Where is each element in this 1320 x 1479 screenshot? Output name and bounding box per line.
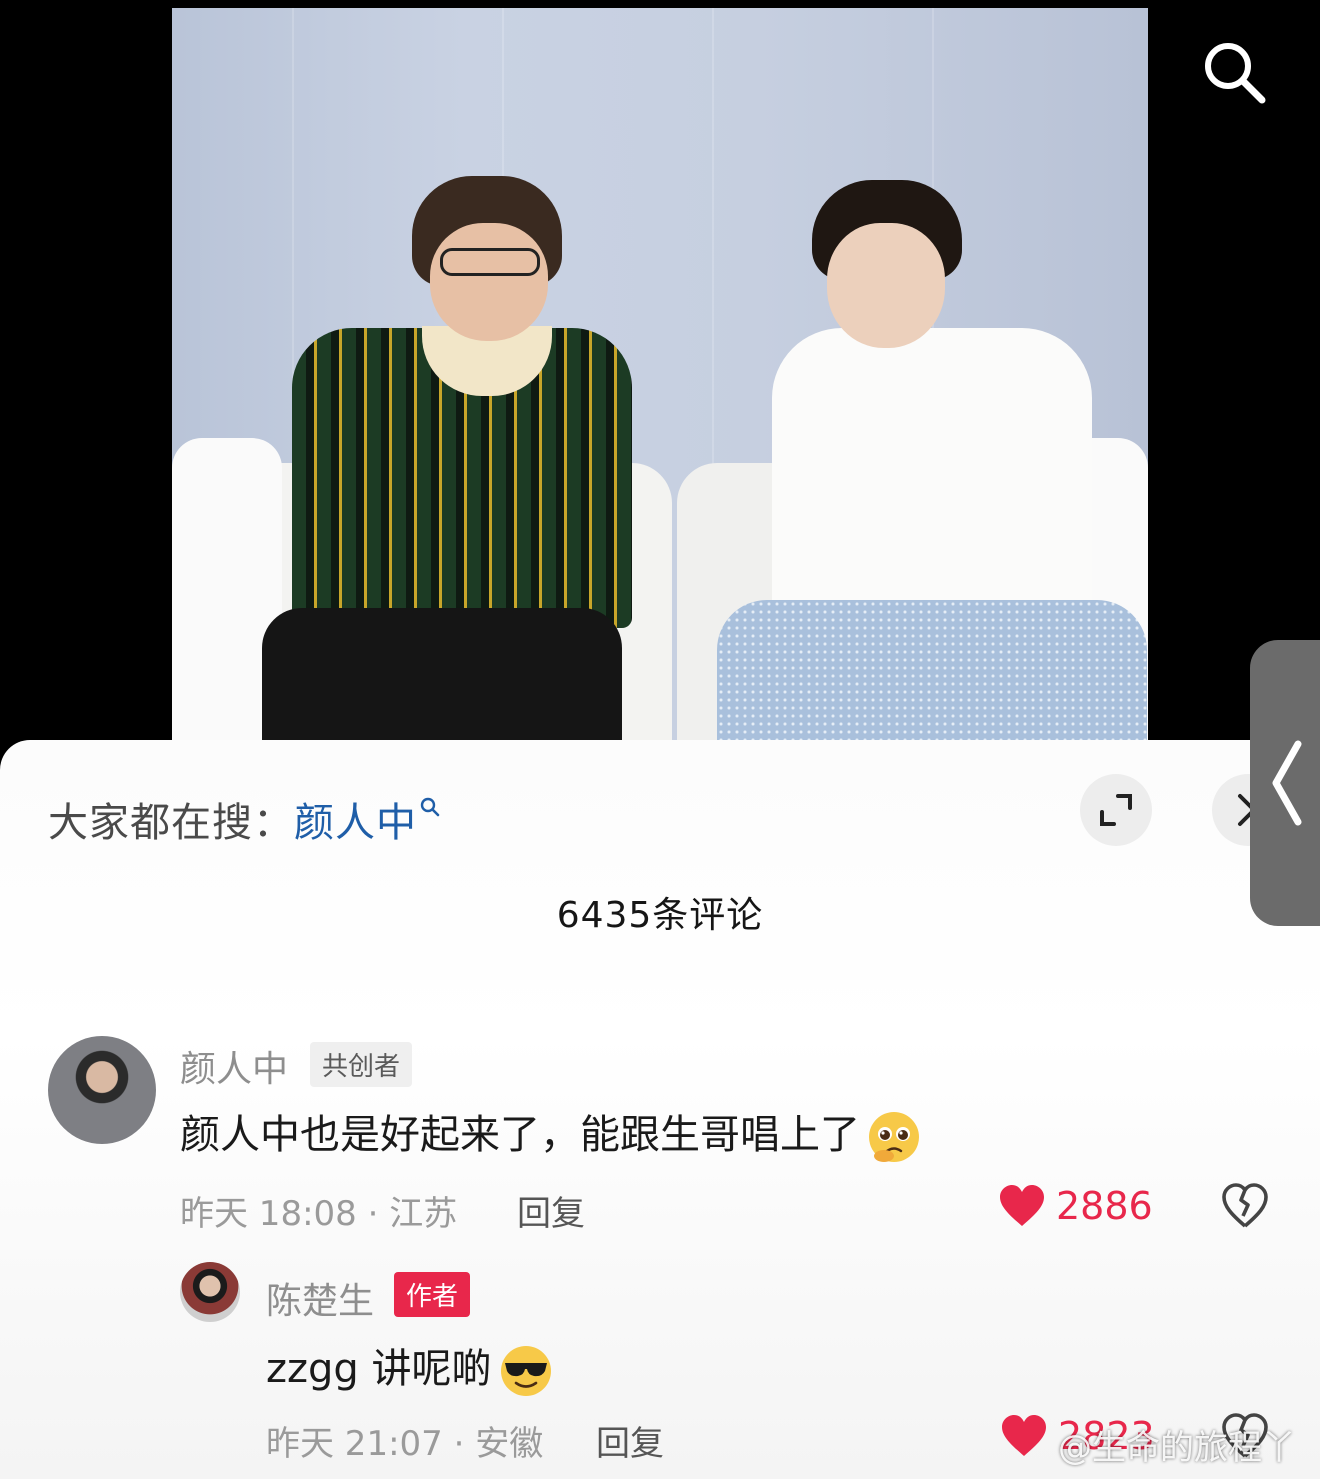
watermark: @生命的旅程丫: [1058, 1428, 1296, 1468]
reply-button[interactable]: 回复: [517, 1186, 585, 1235]
comment-text-content: 颜人中也是好起来了，能跟生哥唱上了: [180, 1112, 860, 1158]
like-count: 2886: [1056, 1184, 1153, 1228]
reply-text: zzgg 讲呢啲: [266, 1336, 554, 1399]
comment-count: 6435条评论: [556, 895, 764, 936]
avatar[interactable]: [48, 1036, 156, 1144]
comment-text: 颜人中也是好起来了，能跟生哥唱上了: [180, 1102, 922, 1165]
reply-timestamp-location: 昨天 21:07 · 安徽: [266, 1424, 544, 1464]
trending-search-prefix: 大家都在搜：: [48, 800, 294, 846]
comment-sheet: 大家都在搜：颜人中 6435条评论 颜人中 共创者 颜人中也是好起来了，能跟生哥…: [0, 740, 1320, 1479]
person-right-shirt: [772, 328, 1092, 618]
comment-timestamp-location: 昨天 18:08 · 江苏: [180, 1194, 458, 1234]
person-right-face: [827, 223, 945, 348]
dislike-button[interactable]: [1221, 1182, 1269, 1230]
reply-avatar[interactable]: [180, 1262, 240, 1322]
curtain-fold: [712, 8, 714, 528]
broken-heart-icon: [1222, 1183, 1268, 1228]
search-button[interactable]: [1198, 36, 1270, 108]
person-left-glasses: [440, 248, 540, 276]
heart-icon: [1000, 1185, 1044, 1226]
pleading-face-emoji: [869, 1112, 919, 1162]
author-badge: 作者: [394, 1272, 471, 1317]
video-frame[interactable]: [172, 8, 1148, 745]
trending-search-keyword[interactable]: 颜人中: [294, 800, 417, 846]
expand-button[interactable]: [1080, 774, 1152, 846]
reply-username[interactable]: 陈楚生: [266, 1272, 374, 1324]
trending-search-hint[interactable]: 大家都在搜：颜人中: [48, 790, 441, 848]
person-right-pants: [717, 600, 1147, 745]
video-area[interactable]: [0, 0, 1320, 745]
comment-username[interactable]: 颜人中: [180, 1040, 288, 1092]
sunglasses-face-emoji: [500, 1346, 551, 1396]
person-left-pants: [262, 608, 622, 745]
chevron-left-icon: [1272, 740, 1302, 826]
like-button[interactable]: 2886: [998, 1182, 1158, 1232]
reply-text-content: zzgg 讲呢啲: [266, 1346, 492, 1392]
expand-icon: [1100, 794, 1132, 826]
reply-button[interactable]: 回复: [596, 1416, 664, 1465]
side-panel-handle[interactable]: [1250, 640, 1320, 926]
search-icon: [1205, 43, 1266, 104]
small-search-icon: [420, 797, 440, 817]
heart-icon: [1002, 1415, 1046, 1456]
person-left-face: [430, 223, 548, 341]
cocreator-badge: 共创者: [310, 1042, 413, 1087]
